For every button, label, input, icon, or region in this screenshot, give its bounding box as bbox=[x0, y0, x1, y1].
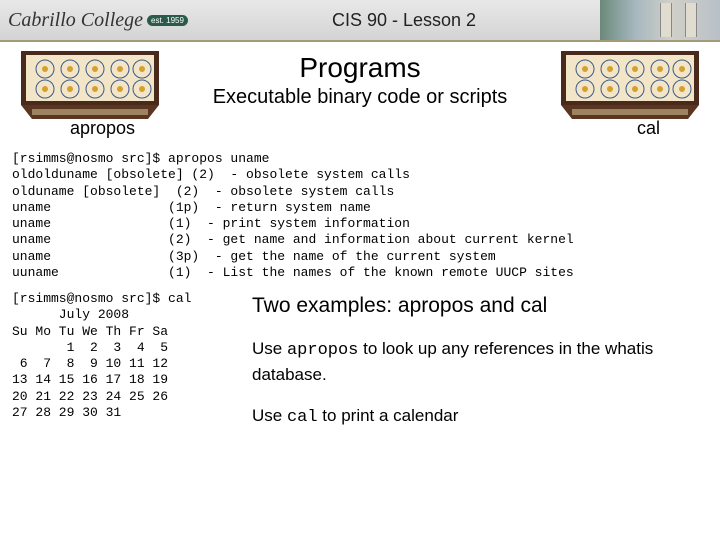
header-photo bbox=[600, 0, 720, 40]
examples-heading: Two examples: apropos and cal bbox=[252, 291, 708, 320]
decorative-row bbox=[0, 111, 720, 112]
label-apropos: apropos bbox=[70, 118, 135, 139]
explain-apropos: Use apropos to look up any references in… bbox=[252, 337, 708, 387]
logo-est: est. 1959 bbox=[147, 15, 188, 26]
header-bar: Cabrillo College est. 1959 CIS 90 - Less… bbox=[0, 0, 720, 42]
pattern-box-left bbox=[20, 41, 160, 121]
cmd-apropos: apropos bbox=[287, 341, 358, 360]
explain-cal: Use cal to print a calendar bbox=[252, 404, 708, 430]
course-title: CIS 90 - Lesson 2 bbox=[208, 10, 600, 31]
logo-text: Cabrillo College bbox=[8, 9, 143, 32]
college-logo: Cabrillo College est. 1959 bbox=[0, 0, 208, 40]
explanation-block: Two examples: apropos and cal Use apropo… bbox=[252, 291, 708, 447]
pattern-box-right bbox=[560, 41, 700, 121]
cmd-cal: cal bbox=[287, 408, 318, 427]
bottom-row: [rsimms@nosmo src]$ cal July 2008 Su Mo … bbox=[0, 281, 720, 447]
terminal-apropos: [rsimms@nosmo src]$ apropos uname oldold… bbox=[0, 145, 720, 281]
terminal-cal: [rsimms@nosmo src]$ cal July 2008 Su Mo … bbox=[12, 291, 232, 447]
label-cal: cal bbox=[637, 118, 660, 139]
